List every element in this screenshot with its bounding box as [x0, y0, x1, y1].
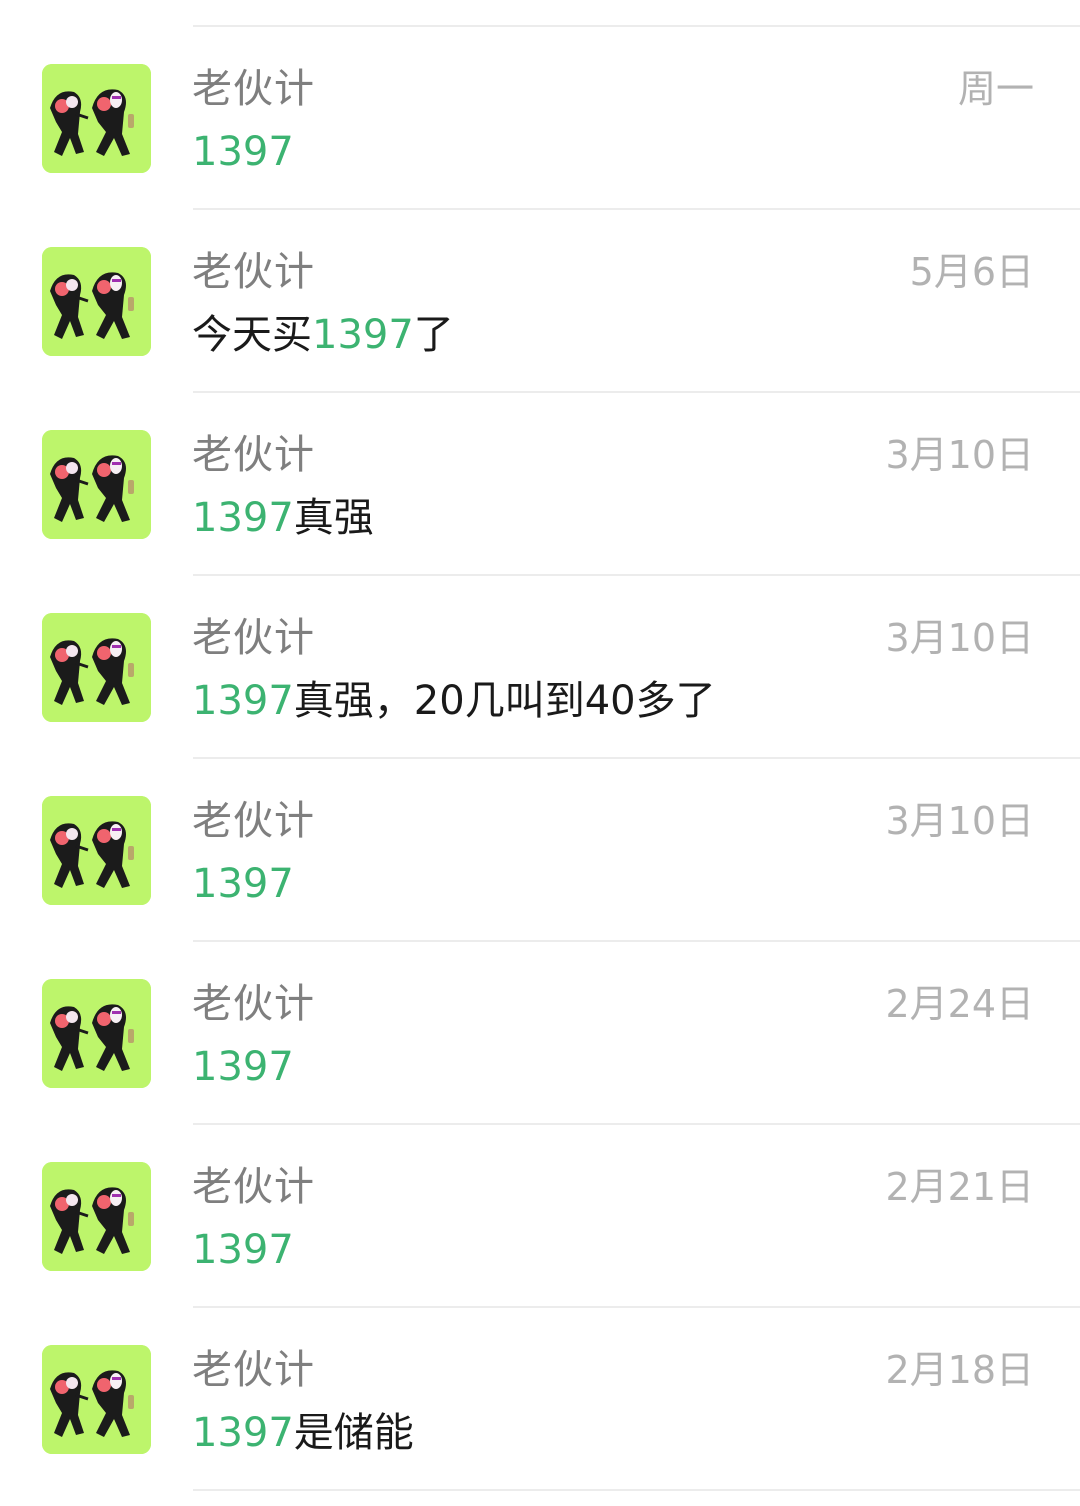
- message-preview: 1397: [192, 858, 294, 910]
- chat-result-row[interactable]: 老伙计 周一 1397: [0, 26, 1080, 207]
- contact-name: 老伙计: [192, 432, 315, 478]
- message-date: 周一: [957, 67, 1034, 111]
- search-keyword-highlight: 1397: [192, 1227, 294, 1273]
- contact-avatar: [42, 430, 151, 539]
- contact-name: 老伙计: [192, 249, 315, 295]
- cartoon-pair-avatar-icon: [42, 613, 151, 722]
- search-keyword-highlight: 1397: [192, 129, 294, 175]
- search-keyword-highlight: 1397: [192, 861, 294, 907]
- cartoon-pair-avatar-icon: [42, 430, 151, 539]
- contact-avatar: [42, 613, 151, 722]
- message-preview: 今天买1397了: [192, 312, 454, 358]
- search-keyword-highlight: 1397: [192, 1044, 294, 1090]
- cartoon-pair-avatar-icon: [42, 796, 151, 905]
- message-date: 3月10日: [885, 433, 1034, 477]
- message-date: 3月10日: [885, 799, 1034, 843]
- search-keyword-highlight: 1397: [192, 678, 294, 724]
- contact-name: 老伙计: [192, 798, 315, 844]
- chat-result-row[interactable]: 老伙计 3月10日 1397真强: [0, 392, 1080, 573]
- cartoon-pair-avatar-icon: [42, 1345, 151, 1454]
- cartoon-pair-avatar-icon: [42, 979, 151, 1088]
- contact-avatar: [42, 1162, 151, 1271]
- contact-name: 老伙计: [192, 981, 315, 1027]
- contact-avatar: [42, 1345, 151, 1454]
- chat-result-row[interactable]: 老伙计 2月21日 1397: [0, 1124, 1080, 1305]
- message-date: 2月18日: [885, 1348, 1034, 1392]
- message-preview: 1397: [192, 1041, 294, 1093]
- chat-result-row[interactable]: 老伙计 2月24日 1397: [0, 941, 1080, 1122]
- message-preview: 1397真强，20几叫到40多了: [192, 678, 716, 724]
- message-preview: 1397是储能: [192, 1410, 414, 1456]
- contact-name: 老伙计: [192, 66, 315, 112]
- chat-result-row[interactable]: 老伙计 5月6日 今天买1397了: [0, 209, 1080, 390]
- contact-avatar: [42, 247, 151, 356]
- search-keyword-highlight: 1397: [312, 312, 414, 358]
- chat-result-row[interactable]: 老伙计 3月10日 1397真强，20几叫到40多了: [0, 575, 1080, 756]
- message-date: 5月6日: [909, 250, 1034, 294]
- contact-avatar: [42, 796, 151, 905]
- search-keyword-highlight: 1397: [192, 495, 294, 541]
- cartoon-pair-avatar-icon: [42, 1162, 151, 1271]
- message-date: 3月10日: [885, 616, 1034, 660]
- message-preview: 1397真强: [192, 495, 374, 541]
- search-keyword-highlight: 1397: [192, 1410, 294, 1456]
- contact-avatar: [42, 979, 151, 1088]
- contact-name: 老伙计: [192, 1347, 315, 1393]
- divider: [193, 1489, 1080, 1491]
- message-preview: 1397: [192, 1224, 294, 1276]
- contact-name: 老伙计: [192, 615, 315, 661]
- contact-avatar: [42, 64, 151, 173]
- message-date: 2月24日: [885, 982, 1034, 1026]
- search-results-list: 老伙计 周一 1397 老伙计 5月6日 今天买1397了 老伙计 3月10日 …: [0, 0, 1080, 1506]
- message-date: 2月21日: [885, 1165, 1034, 1209]
- chat-result-row[interactable]: 老伙计 3月10日 1397: [0, 758, 1080, 939]
- cartoon-pair-avatar-icon: [42, 247, 151, 356]
- contact-name: 老伙计: [192, 1164, 315, 1210]
- chat-result-row[interactable]: 老伙计 2月18日 1397是储能: [0, 1307, 1080, 1488]
- message-preview: 1397: [192, 126, 294, 178]
- cartoon-pair-avatar-icon: [42, 64, 151, 173]
